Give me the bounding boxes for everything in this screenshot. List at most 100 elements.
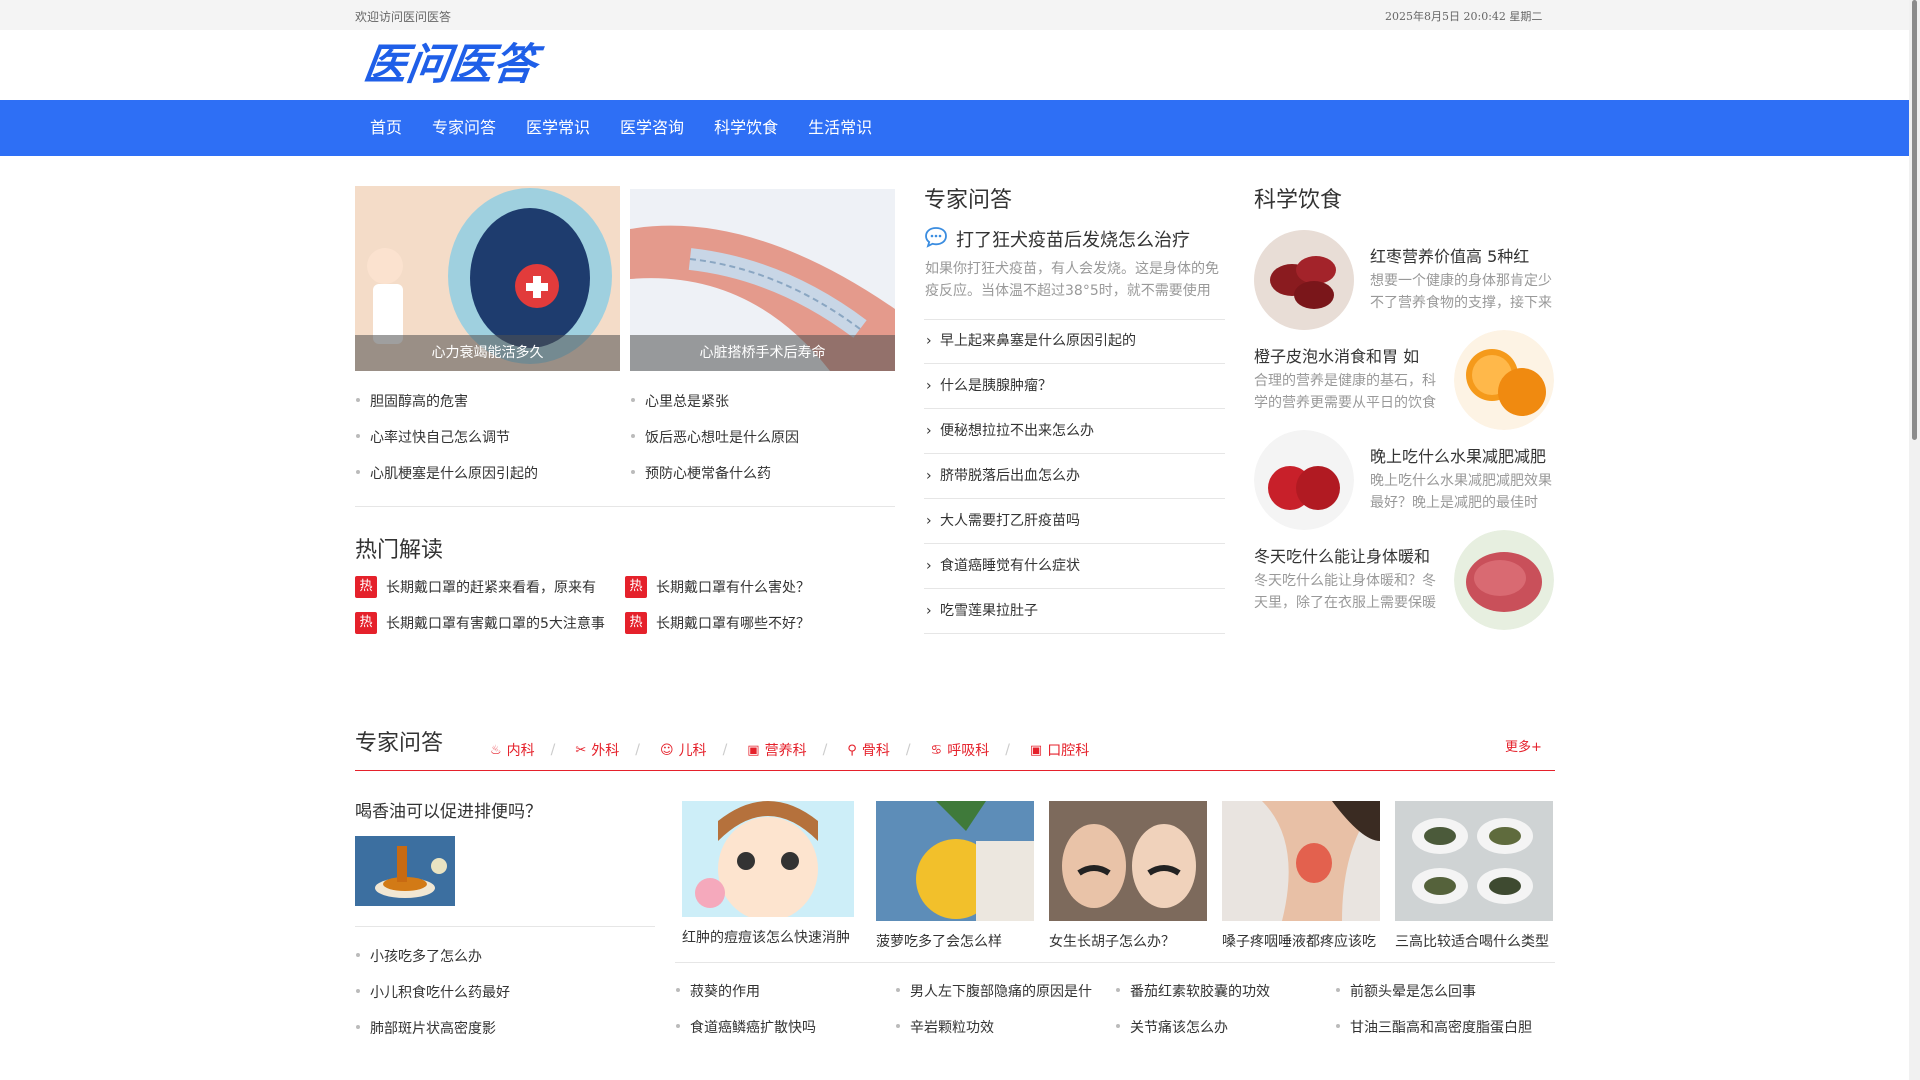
qa-card-image (876, 801, 1034, 921)
qa-card[interactable]: 菠萝吃多了会怎么样 (876, 801, 1034, 951)
list-item[interactable]: 关节痛该怎么办 (1116, 1017, 1228, 1037)
tab-dental[interactable]: ▣ 口腔科 (1030, 740, 1089, 760)
qa-card[interactable]: 红肿的痘痘该怎么快速消肿 (682, 801, 854, 947)
expert-section-title: 专家问答 (924, 188, 1013, 213)
diet-image-oranges[interactable] (1454, 330, 1554, 430)
qa-card-image (682, 801, 854, 917)
list-item[interactable]: 前额头晕是怎么回事 (1336, 981, 1476, 1001)
qa-card[interactable]: 嗓子疼咽唾液都疼应该吃 (1222, 801, 1380, 951)
list-item[interactable]: 心里总是紧张 (631, 391, 729, 411)
expert-question-label: 便秘想拉拉不出来怎么办 (940, 423, 1094, 439)
expert-question-item[interactable]: › 早上起来鼻塞是什么原因引起的 (924, 319, 1225, 364)
welcome-text: 欢迎访问医问医答 (355, 10, 452, 24)
expert-featured-title: 打了狂犬疫苗后发烧怎么治疗 (956, 230, 1190, 251)
list-item[interactable]: 预防心梗常备什么药 (631, 463, 771, 483)
list-item[interactable]: 小儿积食吃什么药最好 (356, 982, 510, 1002)
hot-badge: 热 (625, 612, 647, 634)
qa-left-title[interactable]: 喝香油可以促进排便吗？ (355, 797, 542, 822)
expert-question-label: 大人需要打乙肝疫苗吗 (940, 513, 1080, 529)
chevron-right-icon: › (926, 513, 932, 529)
qa-card[interactable]: 三高比较适合喝什么类型 (1395, 801, 1553, 951)
list-item[interactable]: 食道癌鳞癌扩散快吗 (676, 1017, 816, 1037)
site-logo[interactable]: 医问医答 (360, 40, 580, 90)
expert-question-item[interactable]: › 便秘想拉拉不出来怎么办 (924, 409, 1225, 454)
nav-item-home[interactable]: 首页 (355, 100, 417, 156)
hot-item[interactable]: 热 长期戴口罩有害戴口罩的5大注意事 (355, 612, 605, 634)
chevron-right-icon: › (926, 378, 932, 394)
main-nav: 首页 专家问答 医学常识 医学咨询 科学饮食 生活常识 (0, 100, 1909, 156)
chevron-right-icon: › (926, 423, 932, 439)
tab-label: 骨科 (861, 743, 890, 759)
tab-respiratory[interactable]: ♋ 呼吸科 / (931, 740, 1026, 760)
nav-item-diet[interactable]: 科学饮食 (699, 100, 793, 156)
list-item[interactable]: 小孩吃多了怎么办 (356, 946, 482, 966)
stomach-icon: ♨ (490, 742, 502, 758)
qa-section-tabs: ♨ 内科 / ✂ 外科 / ☺ 儿科 / ▣ 营养科 / ⚲ 骨科 / ♋ 呼吸科 / ▣ 口腔科 (490, 740, 1093, 760)
expert-question-item[interactable]: › 什么是胰腺肿瘤？ (924, 364, 1225, 409)
nav-item-medical-knowledge[interactable]: 医学常识 (511, 100, 605, 156)
list-item[interactable]: 菽葵的作用 (676, 981, 760, 1001)
hot-badge: 热 (625, 576, 647, 598)
divider (355, 506, 895, 507)
divider (355, 926, 655, 927)
expert-question-item[interactable]: › 食道癌睡觉有什么症状 (924, 544, 1225, 589)
diet-item-title[interactable]: 冬天吃什么能让身体暖和 (1254, 543, 1430, 567)
diet-item-title[interactable]: 红枣营养价值高 5种红 (1370, 243, 1529, 267)
list-item[interactable]: 心率过快自己怎么调节 (356, 427, 510, 447)
expert-featured-desc: 如果你打狂犬疫苗，有人会发烧。这是身体的免疫反应。当体温不超过38°5时，就不需… (925, 261, 1219, 299)
list-item[interactable]: 肺部斑片状高密度影 (356, 1018, 496, 1038)
expert-question-item[interactable]: › 吃雪莲果拉肚子 (924, 589, 1225, 634)
expert-question-item[interactable]: › 脐带脱落后出血怎么办 (924, 454, 1225, 499)
top-bar: 欢迎访问医问医答 2025年8月5日 20:0:42 星期二 (0, 0, 1909, 30)
diet-item-title[interactable]: 橙子皮泡水消食和胃 如 (1254, 343, 1419, 367)
baby-icon: ☺ (660, 742, 674, 758)
tab-label: 营养科 (764, 743, 807, 759)
qa-card-image (1049, 801, 1207, 921)
diet-item-title[interactable]: 晚上吃什么水果减肥减肥 (1370, 443, 1546, 467)
expert-question-item[interactable]: › 大人需要打乙肝疫苗吗 (924, 499, 1225, 544)
lungs-icon: ♋ (930, 742, 943, 758)
more-link[interactable]: 更多+ (1505, 736, 1542, 755)
chevron-right-icon: › (926, 558, 932, 574)
hot-item[interactable]: 热 长期戴口罩有什么害处？ (625, 576, 810, 598)
diet-image-apples[interactable] (1254, 430, 1354, 530)
hot-item[interactable]: 热 长期戴口罩的赶紧来看看，原来有 (355, 576, 596, 598)
tab-internal-medicine[interactable]: ♨ 内科 / (490, 740, 571, 760)
diet-item-desc: 冬天吃什么能让身体暖和？冬天里，除了在衣服上需要保暖 (1254, 573, 1436, 611)
list-item[interactable]: 心肌梗塞是什么原因引起的 (356, 463, 538, 483)
tab-nutrition[interactable]: ▣ 营养科 / (747, 740, 843, 760)
list-item[interactable]: 胆固醇高的危害 (356, 391, 468, 411)
nav-item-expert-qa[interactable]: 专家问答 (417, 100, 511, 156)
list-item[interactable]: 甘油三酯高和高密度脂蛋白胆 (1336, 1017, 1532, 1037)
list-item[interactable]: 饭后恶心想吐是什么原因 (631, 427, 799, 447)
tab-label: 口腔科 (1047, 743, 1090, 759)
tooth-icon: ▣ (1029, 742, 1043, 758)
feature-bypass-surgery[interactable]: 心脏搭桥手术后寿命 (630, 189, 895, 371)
qa-card-image (1395, 801, 1553, 921)
qa-card-label: 女生长胡子怎么办？ (1049, 934, 1175, 950)
feature-heart-failure[interactable]: 心力衰竭能活多久 (355, 186, 620, 371)
diet-image-meat[interactable] (1454, 530, 1554, 630)
scrollbar-thumb[interactable] (1912, 0, 1917, 440)
sesame-oil-image[interactable] (355, 836, 455, 906)
nav-item-medical-consult[interactable]: 医学咨询 (605, 100, 699, 156)
hot-item[interactable]: 热 长期戴口罩有哪些不好？ (625, 612, 810, 634)
nav-item-life[interactable]: 生活常识 (793, 100, 887, 156)
expert-featured-question[interactable]: 打了狂犬疫苗后发烧怎么治疗 (924, 226, 1190, 252)
diet-image-dates[interactable] (1254, 230, 1354, 330)
bandage-icon: ✂ (575, 742, 587, 758)
tab-surgery[interactable]: ✂ 外科 / (575, 740, 656, 760)
qa-card-label: 菠萝吃多了会怎么样 (876, 934, 1002, 950)
page-scrollbar[interactable] (1909, 0, 1920, 1080)
hot-badge: 热 (355, 612, 377, 634)
list-item[interactable]: 男人左下腹部隐痛的原因是什 (896, 981, 1092, 1001)
list-item[interactable]: 辛岩颗粒功效 (896, 1017, 994, 1037)
qa-card[interactable]: 女生长胡子怎么办？ (1049, 801, 1207, 951)
tab-orthopedics[interactable]: ⚲ 骨科 / (847, 740, 926, 760)
section-divider-red (355, 770, 1555, 771)
qa-card-label: 嗓子疼咽唾液都疼应该吃 (1222, 934, 1376, 950)
list-item[interactable]: 番茄红素软胶囊的功效 (1116, 981, 1270, 1001)
chat-bubble-icon (924, 226, 948, 252)
hot-item-label: 长期戴口罩有害戴口罩的5大注意事 (386, 616, 605, 632)
tab-pediatrics[interactable]: ☺ 儿科 / (660, 740, 743, 760)
